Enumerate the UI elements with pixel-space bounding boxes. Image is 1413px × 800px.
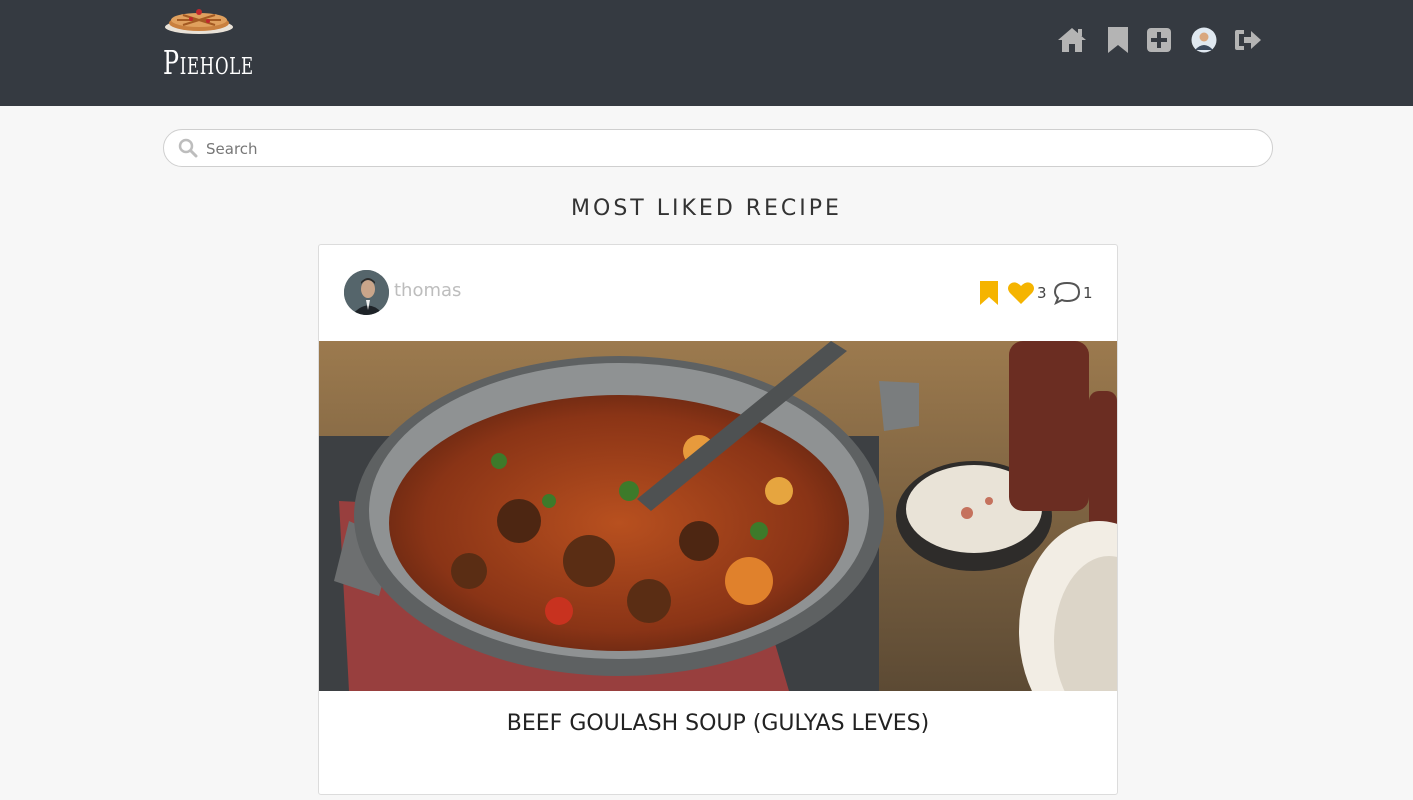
sign-out-icon[interactable] — [1232, 24, 1264, 56]
user-avatar[interactable] — [1188, 24, 1220, 56]
comment-icon — [1053, 281, 1081, 305]
piehole-logo[interactable]: Piehole — [163, 5, 253, 85]
section-title: MOST LIKED RECIPE — [571, 196, 842, 221]
recipe-actions: 3 1 — [979, 280, 1099, 306]
recipe-title[interactable]: BEEF GOULASH SOUP (GULYAS LEVES) — [319, 711, 1117, 736]
comments-button[interactable]: 1 — [1053, 281, 1093, 305]
bookmark-recipe-icon[interactable] — [979, 280, 999, 306]
top-navbar: Piehole — [0, 0, 1413, 106]
plus-square-icon[interactable] — [1143, 24, 1175, 56]
heart-icon — [1008, 282, 1034, 304]
search-bar — [163, 129, 1273, 167]
pie-icon — [165, 9, 233, 34]
recipe-card[interactable]: thomas 3 1 BEEF GOULASH SOUP (GULYAS LEV… — [318, 244, 1118, 795]
search-input[interactable] — [204, 134, 1258, 164]
comments-count: 1 — [1083, 284, 1093, 302]
author-username[interactable]: thomas — [394, 280, 461, 301]
like-button[interactable]: 3 — [1007, 281, 1047, 305]
search-icon — [178, 138, 198, 158]
logo-text: Piehole — [163, 43, 254, 82]
home-icon[interactable] — [1056, 24, 1088, 56]
likes-count: 3 — [1037, 284, 1047, 302]
author-avatar[interactable] — [344, 270, 389, 315]
recipe-image[interactable] — [319, 341, 1117, 741]
bookmark-icon[interactable] — [1102, 24, 1134, 56]
